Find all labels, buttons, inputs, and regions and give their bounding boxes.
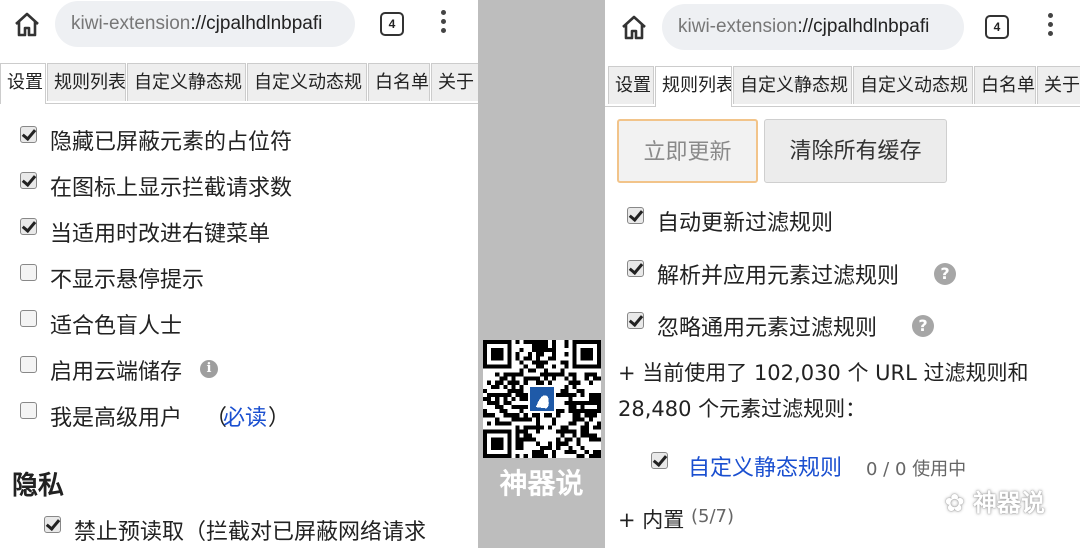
overflow-menu-icon[interactable] (440, 10, 446, 36)
tab-count-button[interactable]: 4 (380, 12, 404, 36)
option-label: 隐藏已屏蔽元素的占位符 (50, 130, 293, 155)
brand-strip: 神器说 (478, 0, 605, 548)
tab-whitelist[interactable]: 白名单 (974, 66, 1036, 104)
brand-name: 神器说 (499, 467, 584, 500)
must-read-suffix: ） (268, 406, 291, 431)
checkbox[interactable] (627, 312, 644, 329)
option-label: 我是高级用户 (50, 406, 183, 431)
tab-rule-list[interactable]: 规则列表 (47, 63, 126, 101)
checkbox[interactable] (20, 310, 37, 327)
tab-custom-static[interactable]: 自定义静态规 (733, 66, 852, 104)
address-bar[interactable]: kiwi-extension://cjpalhdlnbpafi (55, 1, 355, 47)
tab-about[interactable]: 关于 (1037, 66, 1080, 104)
url-scheme: kiwi-extension (678, 16, 798, 37)
tab-custom-dynamic[interactable]: 自定义动态规 (853, 66, 973, 104)
tab-about[interactable]: 关于 (431, 63, 478, 101)
tab-settings[interactable]: 设置 (608, 66, 654, 104)
right-screenshot: kiwi-extension://cjpalhdlnbpafi 4 设置 规则列… (605, 0, 1080, 548)
filter-summary-line2: 28,480 个元素过滤规则： (618, 397, 867, 421)
checkbox[interactable] (44, 516, 61, 533)
help-icon[interactable]: ? (934, 263, 956, 285)
checkbox[interactable] (651, 452, 668, 469)
checkbox[interactable] (20, 356, 37, 373)
url-scheme: kiwi-extension (71, 13, 191, 34)
option-label: 在图标上显示拦截请求数 (50, 176, 293, 201)
url-rest: ://cjpalhdlnbpafi (190, 13, 323, 34)
custom-rules-count: 0 / 0 使用中 (866, 459, 967, 480)
address-bar[interactable]: kiwi-extension://cjpalhdlnbpafi (662, 4, 964, 50)
purge-cache-button[interactable]: 清除所有缓存 (764, 119, 947, 183)
watermark-text: 神器说 (973, 489, 1045, 517)
left-screenshot: kiwi-extension://cjpalhdlnbpafi 4 设置 规则列… (0, 0, 478, 548)
home-icon[interactable] (619, 13, 649, 41)
tab-count-button[interactable]: 4 (985, 15, 1009, 39)
option-label: 不显示悬停提示 (50, 268, 205, 293)
checkbox[interactable] (20, 402, 37, 419)
must-read-link[interactable]: 必读 (223, 400, 267, 432)
option-label: 解析并应用元素过滤规则 (657, 264, 900, 289)
overflow-menu-icon[interactable] (1047, 13, 1053, 39)
checkbox[interactable] (20, 218, 37, 235)
option-label: 启用云端储存 (50, 360, 183, 385)
url-rest: ://cjpalhdlnbpafi (797, 16, 930, 37)
builtin-label: + 内置 (618, 508, 685, 532)
watermark: ✿ 神器说 (945, 483, 1045, 518)
wechat-icon: ✿ (944, 489, 965, 517)
privacy-heading: 隐私 (12, 471, 65, 501)
tab-custom-static[interactable]: 自定义静态规 (127, 63, 246, 101)
option-label: 忽略通用元素过滤规则 (657, 316, 878, 341)
option-label: 自动更新过滤规则 (657, 211, 834, 236)
option-label: 适合色盲人士 (50, 314, 183, 339)
tab-whitelist[interactable]: 白名单 (368, 63, 430, 101)
tab-settings[interactable]: 设置 (0, 63, 46, 104)
checkbox[interactable] (20, 264, 37, 281)
checkbox[interactable] (627, 260, 644, 277)
option-label: 禁止预读取（拦截对已屏蔽网络请求 (74, 520, 427, 545)
help-icon[interactable]: ? (912, 315, 934, 337)
checkbox[interactable] (20, 126, 37, 143)
checkbox[interactable] (627, 207, 644, 224)
tab-strip: 设置 规则列表 自定义静态规 自定义动态规 白名单 关于 (605, 66, 1080, 107)
qr-code (483, 340, 601, 458)
info-icon[interactable]: i (200, 360, 218, 378)
update-now-button[interactable]: 立即更新 (617, 119, 758, 183)
builtin-count: (5/7) (691, 506, 735, 527)
filter-summary-line1[interactable]: + 当前使用了 102,030 个 URL 过滤规则和 (618, 357, 1028, 387)
option-label: 当适用时改进右键菜单 (50, 222, 271, 247)
tab-custom-dynamic[interactable]: 自定义动态规 (247, 63, 367, 101)
custom-static-rules-link[interactable]: 自定义静态规则 (688, 450, 842, 482)
tab-rule-list[interactable]: 规则列表 (655, 66, 732, 107)
tab-strip: 设置 规则列表 自定义静态规 自定义动态规 白名单 关于 (0, 63, 478, 104)
checkbox[interactable] (20, 172, 37, 189)
home-icon[interactable] (12, 10, 42, 38)
